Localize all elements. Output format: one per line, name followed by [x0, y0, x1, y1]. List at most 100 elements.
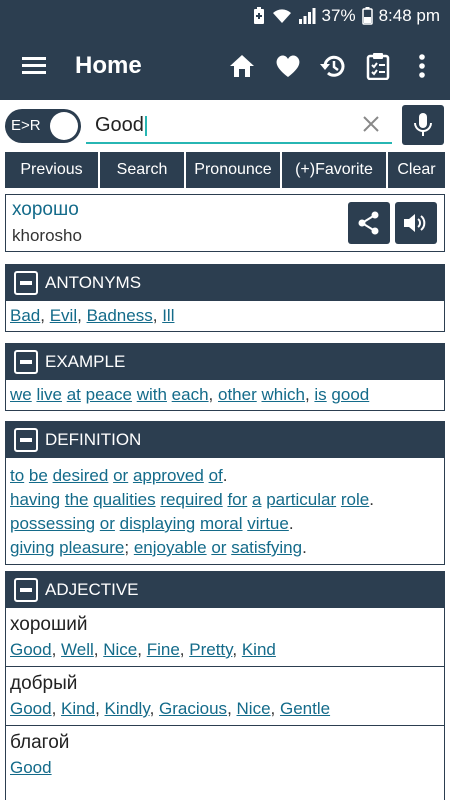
word-link[interactable]: or: [113, 466, 128, 485]
search-input[interactable]: Good: [86, 108, 392, 144]
battery-icon: [361, 7, 373, 25]
word-link[interactable]: Pretty: [189, 640, 232, 659]
word-link[interactable]: Gentle: [280, 699, 330, 718]
word-link[interactable]: be: [29, 466, 48, 485]
word-link[interactable]: required: [160, 490, 222, 509]
app-bar: Home: [0, 32, 450, 100]
word-link[interactable]: enjoyable: [134, 538, 207, 557]
word-link[interactable]: Evil: [50, 306, 77, 325]
word-link[interactable]: particular: [266, 490, 336, 509]
word-link[interactable]: Gracious: [159, 699, 227, 718]
word-link[interactable]: or: [100, 514, 115, 533]
separator: ,: [51, 640, 62, 659]
speak-button[interactable]: [395, 202, 437, 244]
word-link[interactable]: with: [137, 385, 167, 404]
word-link[interactable]: displaying: [120, 514, 196, 533]
word-link[interactable]: Ill: [162, 306, 174, 325]
word-link[interactable]: for: [227, 490, 247, 509]
word-link[interactable]: other: [218, 385, 257, 404]
word-link[interactable]: Badness: [87, 306, 153, 325]
history-icon[interactable]: [316, 50, 348, 82]
example-header[interactable]: EXAMPLE: [6, 344, 444, 380]
wifi-icon: [272, 9, 291, 23]
word-link[interactable]: role: [341, 490, 369, 509]
word-link[interactable]: to: [10, 466, 24, 485]
pronounce-button[interactable]: Pronounce: [186, 152, 280, 188]
separator: .: [222, 466, 228, 485]
word-link[interactable]: Fine: [147, 640, 180, 659]
adjective-entry: добрый Good, Kind, Kindly, Gracious, Nic…: [6, 666, 444, 725]
example-title: EXAMPLE: [45, 352, 126, 371]
more-icon[interactable]: [406, 50, 438, 82]
heart-icon[interactable]: [272, 50, 304, 82]
word-link[interactable]: virtue: [247, 514, 289, 533]
word-link[interactable]: possessing: [10, 514, 95, 533]
word-link[interactable]: good: [331, 385, 369, 404]
separator: ,: [93, 640, 104, 659]
russian-word: добрый: [10, 673, 78, 694]
action-buttons: Previous Search Pronounce (+)Favorite Cl…: [5, 152, 445, 188]
page-title: Home: [75, 52, 142, 79]
previous-button[interactable]: Previous: [5, 152, 98, 188]
collapse-icon: [14, 578, 38, 602]
voice-input-button[interactable]: [402, 105, 444, 145]
word-link[interactable]: at: [67, 385, 81, 404]
definition-header[interactable]: DEFINITION: [6, 422, 444, 458]
antonyms-header[interactable]: ANTONYMS: [6, 265, 444, 301]
battery-percent: 37%: [321, 6, 356, 25]
word-link[interactable]: Bad: [10, 306, 40, 325]
word-link[interactable]: approved: [133, 466, 204, 485]
definition-line: giving pleasure; enjoyable or satisfying…: [10, 536, 440, 560]
word-link[interactable]: having: [10, 490, 60, 509]
signal-icon: [298, 8, 316, 24]
word-link[interactable]: which: [261, 385, 304, 404]
home-icon[interactable]: [226, 50, 258, 82]
search-button[interactable]: Search: [100, 152, 184, 188]
status-bar: 37% 8:48 pm: [0, 0, 450, 32]
share-button[interactable]: [348, 202, 390, 244]
adjective-entry: хороший Good, Well, Nice, Fine, Pretty, …: [6, 608, 444, 666]
word-link[interactable]: or: [211, 538, 226, 557]
transliteration: khorosho: [12, 226, 82, 245]
word-link[interactable]: desired: [53, 466, 109, 485]
clipboard-icon[interactable]: [362, 50, 394, 82]
word-link[interactable]: pleasure: [59, 538, 124, 557]
word-link[interactable]: moral: [200, 514, 243, 533]
word-link[interactable]: Kindly: [105, 699, 150, 718]
translation-result: хорошо khorosho: [5, 194, 445, 252]
word-link[interactable]: Kind: [61, 699, 95, 718]
word-link[interactable]: qualities: [93, 490, 155, 509]
word-link[interactable]: of: [209, 466, 223, 485]
word-link[interactable]: Nice: [237, 699, 271, 718]
word-link[interactable]: live: [36, 385, 62, 404]
translation-list: Good, Kind, Kindly, Gracious, Nice, Gent…: [10, 697, 440, 721]
word-link[interactable]: Nice: [103, 640, 137, 659]
word-link[interactable]: Kind: [242, 640, 276, 659]
definition-line: to be desired or approved of.: [10, 464, 440, 488]
clear-input-icon[interactable]: [362, 115, 380, 138]
text-caret: [144, 115, 147, 136]
word-link[interactable]: Good: [10, 699, 52, 718]
menu-icon[interactable]: [20, 52, 50, 80]
word-link[interactable]: we: [10, 385, 32, 404]
word-link[interactable]: the: [65, 490, 89, 509]
separator: .: [302, 538, 307, 557]
word-link[interactable]: satisfying: [231, 538, 302, 557]
separator: ,: [179, 640, 190, 659]
adjective-entries: хороший Good, Well, Nice, Fine, Pretty, …: [6, 608, 444, 784]
speaker-icon: [404, 214, 426, 232]
favorite-button[interactable]: (+)Favorite: [282, 152, 386, 188]
adjective-entry: благой Good: [6, 725, 444, 784]
clear-button[interactable]: Clear: [388, 152, 445, 188]
translation-list: Good: [10, 756, 440, 780]
adjective-header[interactable]: ADJECTIVE: [6, 572, 444, 608]
word-link[interactable]: Good: [10, 640, 52, 659]
word-link[interactable]: each: [172, 385, 209, 404]
word-link[interactable]: peace: [86, 385, 132, 404]
language-toggle[interactable]: E>R: [5, 109, 81, 143]
word-link[interactable]: Well: [61, 640, 94, 659]
word-link[interactable]: Good: [10, 758, 52, 777]
word-link[interactable]: giving: [10, 538, 54, 557]
separator: ,: [95, 699, 105, 718]
word-link[interactable]: is: [314, 385, 326, 404]
